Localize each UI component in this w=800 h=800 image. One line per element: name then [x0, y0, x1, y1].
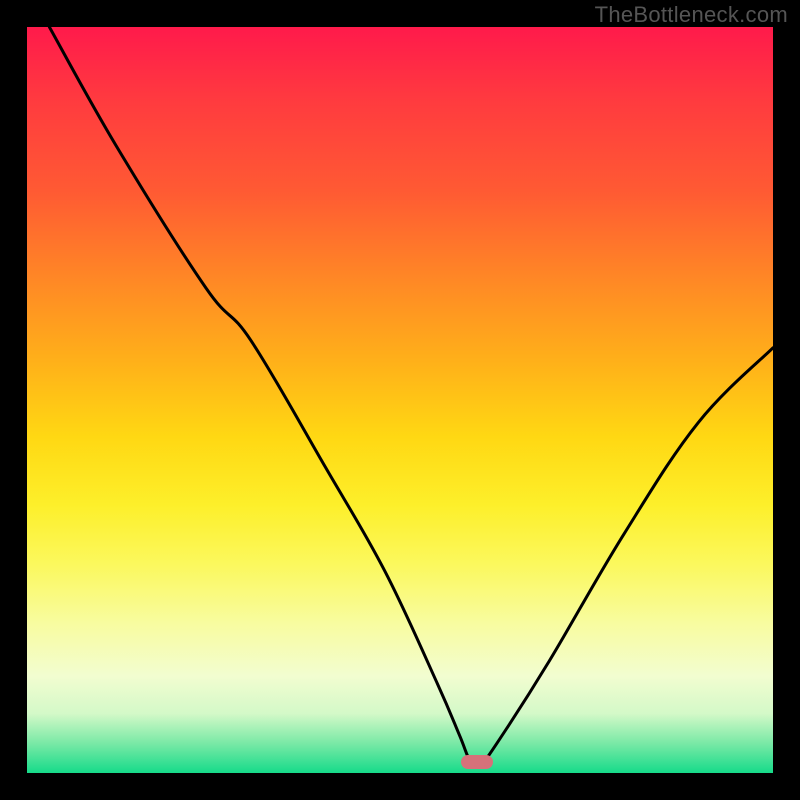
bottleneck-curve-path — [49, 27, 773, 765]
optimal-point-marker — [461, 755, 493, 769]
watermark-text: TheBottleneck.com — [595, 2, 788, 28]
curve-svg — [27, 27, 773, 773]
plot-area — [27, 27, 773, 773]
chart-frame: TheBottleneck.com — [0, 0, 800, 800]
